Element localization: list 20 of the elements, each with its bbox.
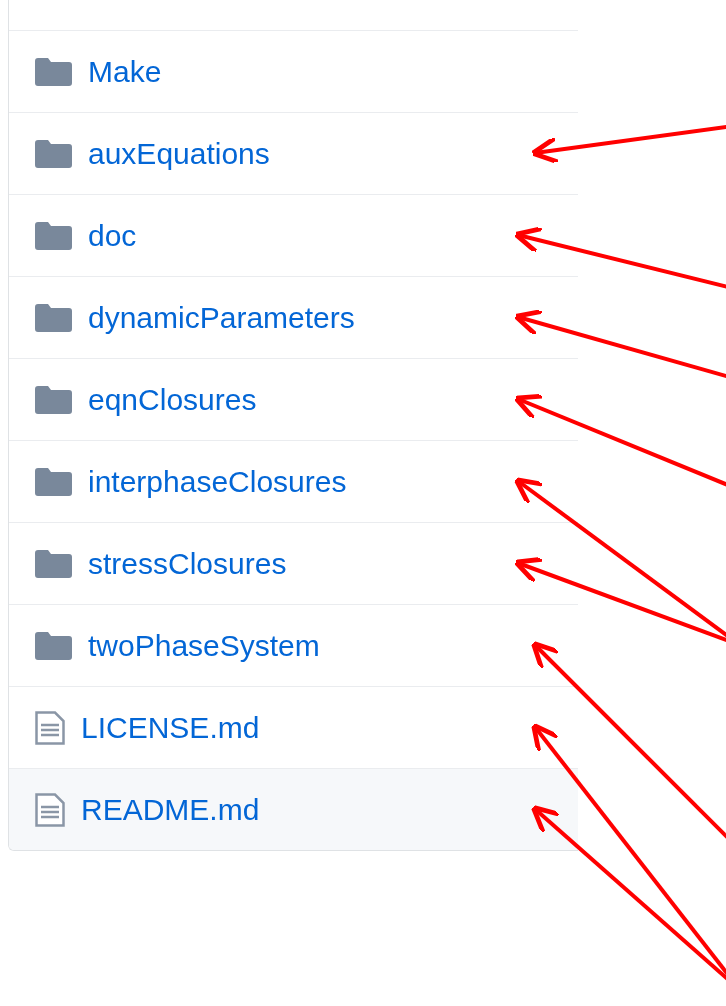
- file-link[interactable]: dynamicParameters: [88, 300, 355, 335]
- file-link[interactable]: README.md: [81, 792, 260, 827]
- folder-icon: [35, 549, 72, 578]
- folder-icon: [35, 303, 72, 332]
- file-icon: [35, 710, 65, 745]
- file-link[interactable]: Make: [88, 54, 162, 89]
- file-link[interactable]: auxEquations: [88, 136, 270, 171]
- file-link[interactable]: LICENSE.md: [81, 710, 260, 745]
- folder-icon: [35, 221, 72, 250]
- file-link[interactable]: interphaseClosures: [88, 464, 347, 499]
- folder-icon: [35, 467, 72, 496]
- file-link[interactable]: stressClosures: [88, 546, 287, 581]
- file-link[interactable]: eqnClosures: [88, 382, 257, 417]
- file-link[interactable]: twoPhaseSystem: [88, 628, 320, 663]
- folder-icon: [35, 139, 72, 168]
- folder-icon: [35, 57, 72, 86]
- folder-icon: [35, 631, 72, 660]
- folder-icon: [35, 385, 72, 414]
- file-link[interactable]: doc: [88, 218, 137, 253]
- file-icon: [35, 792, 65, 827]
